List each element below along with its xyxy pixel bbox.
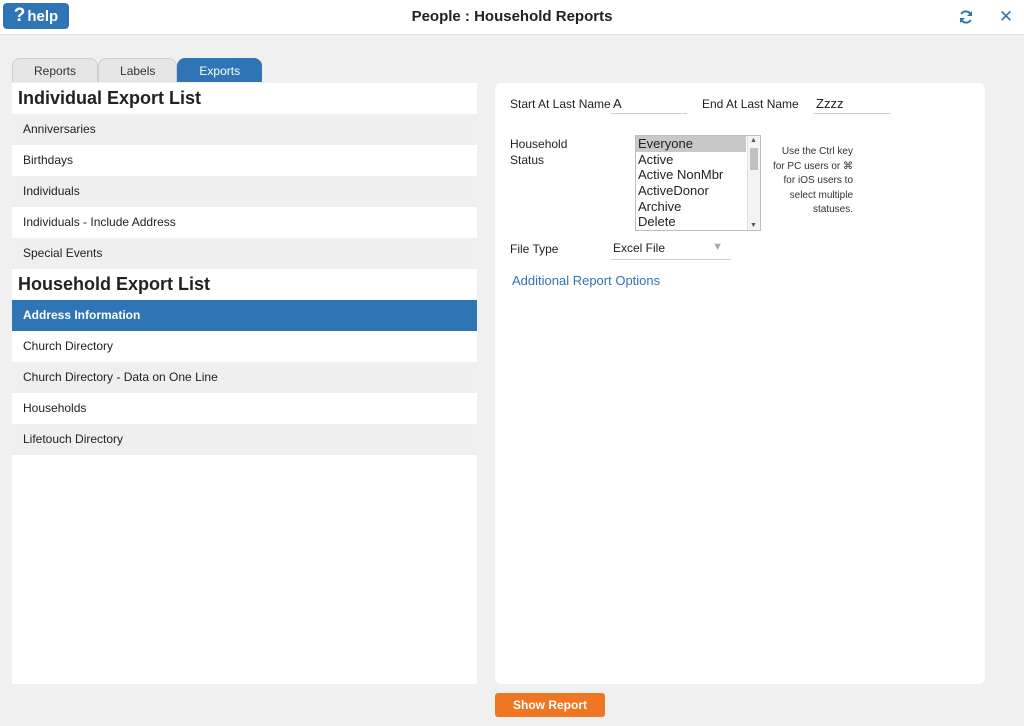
household-export-title: Household Export List — [18, 274, 211, 294]
status-option-active-nonmbr[interactable]: Active NonMbr — [636, 167, 746, 183]
status-option-everyone[interactable]: Everyone — [636, 136, 746, 152]
additional-report-options-link[interactable]: Additional Report Options — [512, 273, 660, 288]
tab-labels[interactable]: Labels — [98, 58, 178, 82]
file-type-value: Excel File — [613, 241, 666, 255]
chevron-down-icon: ▼ — [712, 241, 723, 253]
listbox-scrollbar[interactable]: ▲ ▼ — [747, 136, 760, 230]
status-option-active[interactable]: Active — [636, 152, 746, 168]
hint-line: statuses. — [812, 204, 853, 215]
scroll-down-icon[interactable]: ▼ — [750, 222, 757, 229]
list-item-individuals[interactable]: Individuals — [12, 176, 477, 207]
tab-reports[interactable]: Reports — [12, 58, 99, 82]
start-last-name-label: Start At Last Name — [510, 97, 611, 111]
tab-exports[interactable]: Exports — [177, 58, 263, 82]
household-status-label-line1: Household — [510, 137, 568, 151]
show-report-button[interactable]: Show Report — [495, 693, 605, 717]
hint-line: for PC users or ⌘ — [772, 160, 853, 172]
hint-line: for iOS users to — [783, 175, 853, 186]
list-item-special-events[interactable]: Special Events — [12, 238, 477, 269]
status-option-archive[interactable]: Archive — [636, 199, 746, 215]
file-type-select[interactable]: Excel File ▼ — [611, 238, 731, 260]
refresh-icon[interactable] — [956, 7, 976, 27]
multi-select-hint: Use the Ctrl key for PC users or ⌘ for i… — [763, 145, 853, 218]
list-item-birthdays[interactable]: Birthdays — [12, 145, 477, 176]
report-options-panel: Start At Last Name End At Last Name Hous… — [495, 83, 985, 684]
report-tabs: Reports Labels Exports — [12, 58, 263, 83]
list-item-church-directory[interactable]: Church Directory — [12, 331, 477, 362]
list-item-address-information[interactable]: Address Information — [12, 300, 477, 331]
individual-export-title: Individual Export List — [18, 88, 202, 108]
end-last-name-input[interactable] — [814, 93, 890, 114]
household-status-listbox[interactable]: Everyone Active Active NonMbr ActiveDono… — [635, 135, 761, 231]
close-icon[interactable]: ✕ — [996, 7, 1016, 27]
list-item-households[interactable]: Households — [12, 393, 477, 424]
export-list-panel: Individual Export List Anniversaries Bir… — [12, 83, 477, 684]
list-item-lifetouch-directory[interactable]: Lifetouch Directory — [12, 424, 477, 455]
list-item-individuals-include-address[interactable]: Individuals - Include Address — [12, 207, 477, 238]
status-option-activedonor[interactable]: ActiveDonor — [636, 183, 746, 199]
hint-line: select multiple — [789, 189, 853, 201]
household-status-label-line2: Status — [510, 153, 545, 167]
start-last-name-input[interactable] — [611, 93, 687, 114]
scroll-thumb[interactable] — [750, 148, 758, 170]
header-bar: ? help People : Household Reports ✕ — [0, 0, 1024, 35]
file-type-label: File Type — [510, 242, 559, 256]
scroll-up-icon[interactable]: ▲ — [750, 137, 757, 144]
list-item-anniversaries[interactable]: Anniversaries — [12, 114, 477, 145]
status-option-delete[interactable]: Delete — [636, 214, 746, 230]
page-title: People : Household Reports — [411, 8, 613, 25]
end-last-name-label: End At Last Name — [702, 97, 799, 111]
hint-line: Use the Ctrl key — [781, 146, 853, 157]
list-item-church-directory-one-line[interactable]: Church Directory - Data on One Line — [12, 362, 477, 393]
